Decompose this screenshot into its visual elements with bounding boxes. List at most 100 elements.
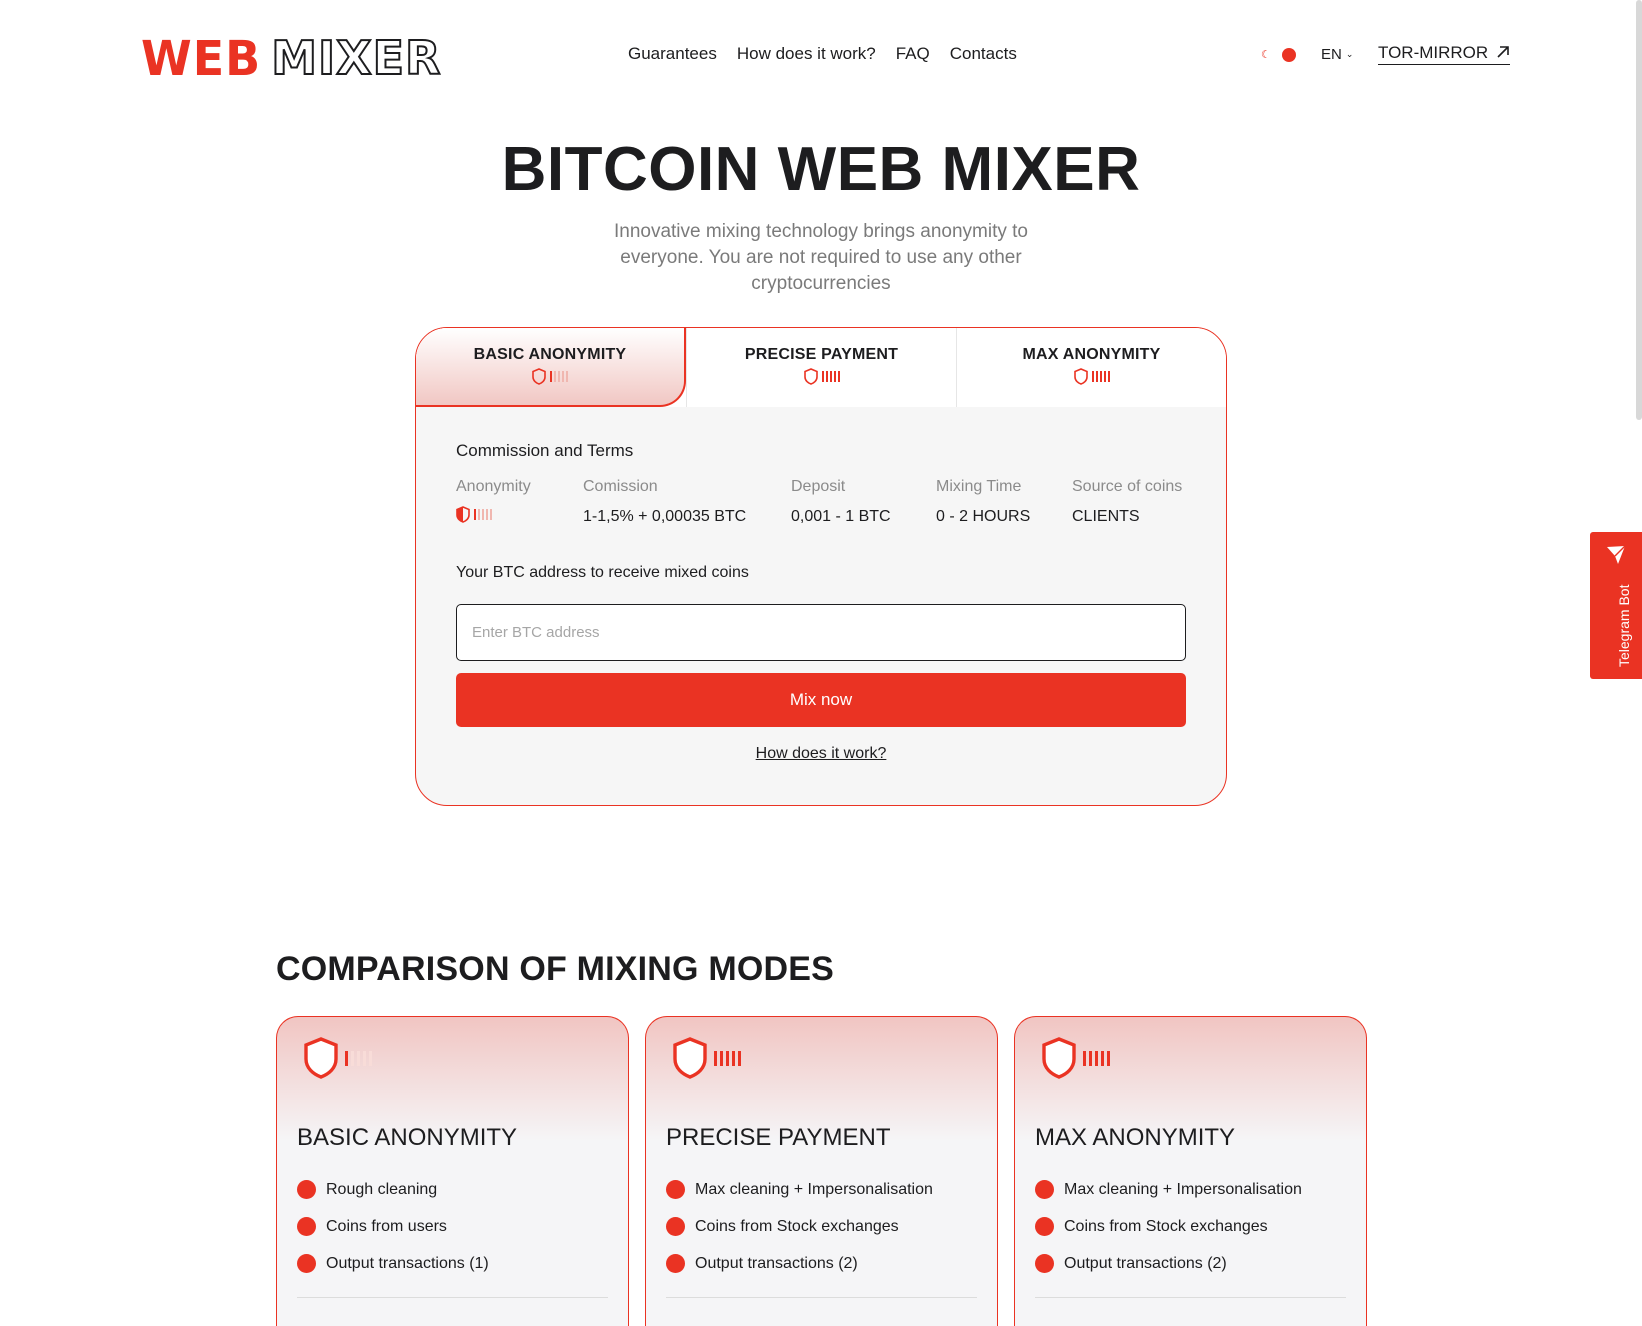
feature-text: Coins from Stock exchanges: [695, 1217, 899, 1235]
feature-text: Max cleaning + Impersonalisation: [1064, 1180, 1302, 1198]
feature-text: Coins from Stock exchanges: [1064, 1217, 1268, 1235]
tab-precise-payment[interactable]: PRECISE PAYMENT: [686, 328, 956, 407]
shield-icon: [803, 368, 818, 385]
bullet-icon: [666, 1254, 685, 1273]
nav-how-it-works[interactable]: How does it work?: [737, 44, 876, 64]
anonymity-level-icon: [672, 1037, 741, 1079]
feature-list: Max cleaning + Impersonalisation Coins f…: [1035, 1171, 1302, 1282]
feature-text: Rough cleaning: [326, 1180, 438, 1198]
card-title: BASIC ANONYMITY: [297, 1124, 518, 1151]
btc-address-input[interactable]: [456, 604, 1186, 661]
level-bars: [345, 1050, 372, 1066]
level-bars: [821, 371, 840, 382]
list-item: Max cleaning + Impersonalisation: [1035, 1171, 1302, 1208]
term-label: Deposit: [791, 478, 846, 495]
level-bars: [1091, 371, 1110, 382]
anonymity-level-icon: [303, 1037, 372, 1079]
term-source: Source of coins CLIENTS: [1072, 478, 1182, 526]
anonymity-level-icon: [687, 368, 956, 385]
comparison-cards: BASIC ANONYMITY Rough cleaning Coins fro…: [276, 1016, 1367, 1326]
tab-max-anonymity[interactable]: MAX ANONYMITY: [956, 328, 1226, 407]
divider: [666, 1297, 977, 1298]
paper-plane-icon: [1607, 545, 1626, 564]
level-bars: [1083, 1050, 1110, 1066]
list-item: Coins from Stock exchanges: [1035, 1208, 1302, 1245]
shield-icon: [304, 1037, 338, 1079]
anonymity-level-icon: [957, 368, 1226, 385]
toggle-knob: [1282, 48, 1296, 62]
tab-label: PRECISE PAYMENT: [744, 346, 899, 363]
bullet-icon: [297, 1180, 316, 1199]
scrollbar[interactable]: [1636, 0, 1642, 420]
card-max-anonymity: MAX ANONYMITY Max cleaning + Impersonali…: [1014, 1016, 1367, 1326]
nav-faq[interactable]: FAQ: [896, 44, 930, 64]
bullet-icon: [1035, 1180, 1054, 1199]
list-item: Coins from users: [297, 1208, 489, 1245]
address-label: Your BTC address to receive mixed coins: [456, 564, 749, 581]
shield-icon: [456, 506, 470, 523]
telegram-bot-button[interactable]: Telegram Bot: [1590, 532, 1642, 679]
how-it-works-link[interactable]: How does it work?: [416, 745, 1226, 763]
tab-label: BASIC ANONYMITY: [473, 346, 627, 363]
mix-now-button[interactable]: Mix now: [456, 673, 1186, 727]
term-value: 0,001 - 1 BTC: [791, 508, 891, 525]
term-value: 1-1,5% + 0,00035 BTC: [583, 508, 747, 525]
main-nav: Guarantees How does it work? FAQ Contact…: [628, 44, 1017, 64]
shield-icon: [1042, 1037, 1076, 1079]
card-title: PRECISE PAYMENT: [666, 1124, 891, 1151]
page-title: BITCOIN WEB MIXER: [501, 135, 1141, 204]
bullet-icon: [297, 1254, 316, 1273]
term-anonymity: Anonymity: [456, 478, 531, 523]
comparison-title: COMPARISON OF MIXING MODES: [276, 950, 835, 988]
hero-subtitle: Innovative mixing technology brings anon…: [613, 221, 1028, 294]
term-deposit: Deposit 0,001 - 1 BTC: [791, 478, 891, 526]
card-precise-payment: PRECISE PAYMENT Max cleaning + Impersona…: [645, 1016, 998, 1326]
anonymity-level-icon: [1041, 1037, 1110, 1079]
term-mixing-time: Mixing Time 0 - 2 HOURS: [936, 478, 1030, 526]
term-label: Source of coins: [1072, 478, 1183, 495]
feature-list: Max cleaning + Impersonalisation Coins f…: [666, 1171, 933, 1282]
mode-tabs: BASIC ANONYMITY PRECISE PAYMENT MAX ANON…: [416, 328, 1226, 407]
anonymity-level-icon: [456, 506, 531, 523]
tor-mirror-label: TOR-MIRROR: [1378, 43, 1489, 62]
term-commission: Comission 1-1,5% + 0,00035 BTC: [583, 478, 746, 526]
logo[interactable]: WEB MIXER: [141, 29, 442, 87]
logo-mixer: MIXER: [270, 31, 442, 85]
list-item: Max cleaning + Impersonalisation: [666, 1171, 933, 1208]
theme-toggle[interactable]: ☾: [1255, 45, 1302, 65]
term-label: Anonymity: [456, 478, 531, 495]
feature-text: Output transactions (2): [1064, 1254, 1227, 1272]
term-value: 0 - 2 HOURS: [936, 508, 1031, 525]
divider: [1035, 1297, 1346, 1298]
nav-guarantees[interactable]: Guarantees: [628, 44, 717, 64]
tab-basic-anonymity[interactable]: BASIC ANONYMITY: [416, 328, 686, 407]
card-title: MAX ANONYMITY: [1035, 1124, 1236, 1151]
list-item: Coins from Stock exchanges: [666, 1208, 933, 1245]
nav-contacts[interactable]: Contacts: [950, 44, 1017, 64]
tor-mirror-link[interactable]: TOR-MIRROR: [1378, 43, 1511, 65]
level-bars: [714, 1050, 741, 1066]
chevron-down-icon: ⌄: [1345, 49, 1354, 59]
feature-text: Output transactions (1): [326, 1254, 489, 1272]
commission-title: Commission and Terms: [456, 441, 634, 460]
shield-icon: [673, 1037, 707, 1079]
term-value: CLIENTS: [1072, 508, 1140, 525]
telegram-bot-label: Telegram Bot: [1616, 584, 1632, 667]
logo-web: WEB: [141, 29, 262, 87]
level-bars: [474, 509, 492, 520]
mixer-card: BASIC ANONYMITY PRECISE PAYMENT MAX ANON…: [415, 327, 1227, 806]
bullet-icon: [1035, 1217, 1054, 1236]
level-bars: [550, 371, 568, 382]
feature-text: Coins from users: [326, 1217, 447, 1235]
feature-text: Output transactions (2): [695, 1254, 858, 1272]
language-value: EN: [1321, 46, 1342, 63]
bullet-icon: [297, 1217, 316, 1236]
term-label: Mixing Time: [936, 478, 1022, 495]
shield-icon: [532, 368, 546, 385]
divider: [297, 1297, 608, 1298]
feature-text: Max cleaning + Impersonalisation: [695, 1180, 933, 1198]
language-select[interactable]: EN ⌄: [1321, 46, 1353, 63]
term-label: Comission: [583, 478, 658, 495]
moon-icon: ☾: [1261, 48, 1271, 61]
feature-list: Rough cleaning Coins from users Output t…: [297, 1171, 489, 1282]
